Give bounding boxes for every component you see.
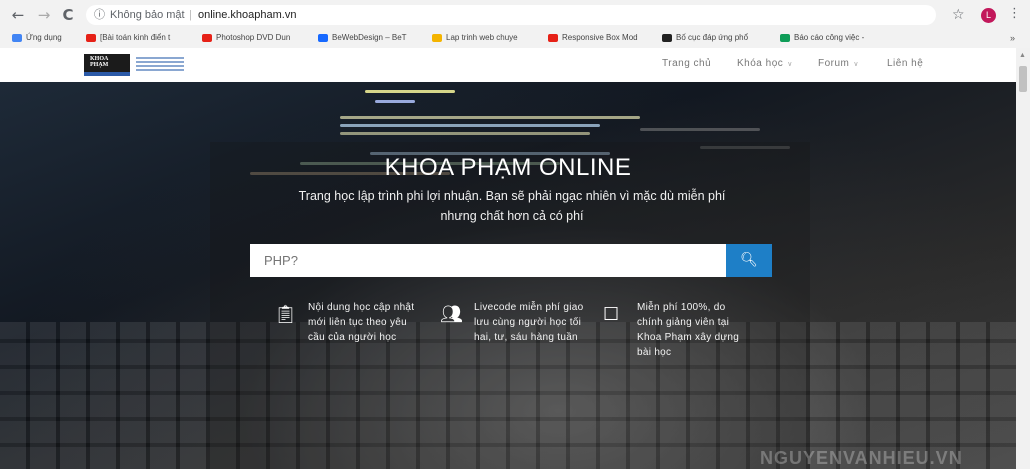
bookmark-label: [Bài toán kinh điển t — [100, 33, 171, 42]
chevron-down-icon: ∨ — [853, 60, 860, 68]
menu-contact[interactable]: Liên hệ — [887, 58, 923, 69]
browser-toolbar: ← → C ⓘ Không bảo mật | online.khoapham.… — [0, 2, 1030, 28]
youtube-icon — [202, 33, 212, 42]
hero-subtitle: Trang học lập trình phi lợi nhuận. Bạn s… — [298, 189, 726, 223]
medium-icon — [662, 33, 672, 42]
bookmark-label: Lap trinh web chuye — [446, 33, 518, 42]
page-scrollbar[interactable]: ▲ — [1016, 48, 1030, 469]
bookmark-item[interactable]: [Bài toán kinh điển t — [86, 30, 170, 46]
bookmark-item[interactable]: Photoshop DVD Dun — [202, 30, 290, 46]
bookmark-item[interactable]: Responsive Box Mod — [548, 30, 638, 46]
bookmark-label: Báo cáo công việc - — [794, 33, 865, 42]
bookmark-item[interactable]: Bố cục đáp ứng phổ — [662, 30, 748, 46]
site-logo[interactable]: KHOA PHẠM — [84, 54, 130, 76]
users-icon: 👥︎ — [440, 304, 463, 325]
bookmark-item[interactable]: Báo cáo công việc - — [780, 30, 864, 46]
more-bookmarks-button[interactable]: » — [1010, 30, 1015, 46]
bookmarks-bar: Ứng dụng [Bài toán kinh điển t Photoshop… — [0, 30, 1030, 46]
browser-chrome: ← → C ⓘ Không bảo mật | online.khoapham.… — [0, 0, 1030, 49]
bookmark-label: Ứng dụng — [26, 33, 62, 42]
back-button[interactable]: ← — [8, 5, 28, 25]
scroll-up-icon[interactable]: ▲ — [1019, 52, 1026, 59]
address-bar[interactable]: ⓘ Không bảo mật | online.khoapham.vn — [86, 5, 936, 25]
menu-home[interactable]: Trang chủ — [662, 58, 711, 69]
url-separator: | — [189, 9, 192, 21]
bookmark-apps[interactable]: Ứng dụng — [12, 30, 62, 46]
chevron-down-icon: ∨ — [787, 60, 793, 68]
security-label: Không bảo mật — [110, 9, 185, 21]
bookmark-star-icon[interactable]: ☆ — [952, 7, 965, 23]
feature-text: Nội dung học cập nhật mới liên tục theo … — [308, 302, 415, 343]
square-icon: ☐ — [603, 304, 620, 325]
search-button[interactable]: 🔍︎ — [726, 244, 772, 277]
drive-icon — [432, 33, 442, 42]
bookmark-label: Bố cục đáp ứng phổ — [676, 33, 749, 42]
watermark: NGUYENVANHIEU.VN — [760, 448, 963, 468]
logo-tagline — [136, 57, 184, 73]
url-text[interactable]: online.khoapham.vn — [198, 5, 296, 25]
apps-grid-icon — [12, 33, 22, 42]
feature-text: Livecode miễn phí giao lưu cùng người họ… — [474, 302, 584, 343]
menu-courses[interactable]: Khóa học ∨ — [737, 58, 793, 69]
behance-icon — [318, 33, 328, 42]
bookmark-label: Responsive Box Mod — [562, 33, 638, 42]
site-header: KHOA PHẠM Trang chủ Khóa học ∨ Forum ∨ Liên… — [0, 48, 1016, 82]
sheets-icon — [780, 33, 790, 42]
clipboard-icon: 📋︎ — [274, 304, 297, 325]
menu-forum[interactable]: Forum ∨ — [818, 58, 859, 69]
web-page: KHOA PHẠM Trang chủ Khóa học ∨ Forum ∨ Liên… — [0, 48, 1016, 469]
profile-avatar[interactable]: L — [981, 8, 996, 23]
search-icon: 🔍︎ — [740, 252, 758, 268]
forward-button[interactable]: → — [34, 5, 54, 25]
feature-text: Miễn phí 100%, do chính giảng viên tại K… — [637, 302, 740, 358]
menu-kebab-icon[interactable]: ⋮ — [1008, 6, 1021, 21]
scrollbar-thumb[interactable] — [1019, 66, 1027, 92]
hero-title: KHOA PHẠM ONLINE — [384, 154, 632, 181]
info-icon[interactable]: ⓘ — [94, 5, 105, 25]
bookmark-label: Photoshop DVD Dun — [216, 33, 291, 42]
youtube-icon — [86, 33, 96, 42]
search-input[interactable] — [250, 244, 726, 277]
youtube-icon — [548, 33, 558, 42]
bookmark-item[interactable]: BeWebDesign – BeT — [318, 30, 407, 46]
logo-text: KHOA PHẠM — [90, 56, 109, 68]
bookmark-label: BeWebDesign – BeT — [332, 33, 407, 42]
reload-button[interactable]: C — [58, 5, 78, 25]
bookmark-item[interactable]: Lap trinh web chuye — [432, 30, 518, 46]
